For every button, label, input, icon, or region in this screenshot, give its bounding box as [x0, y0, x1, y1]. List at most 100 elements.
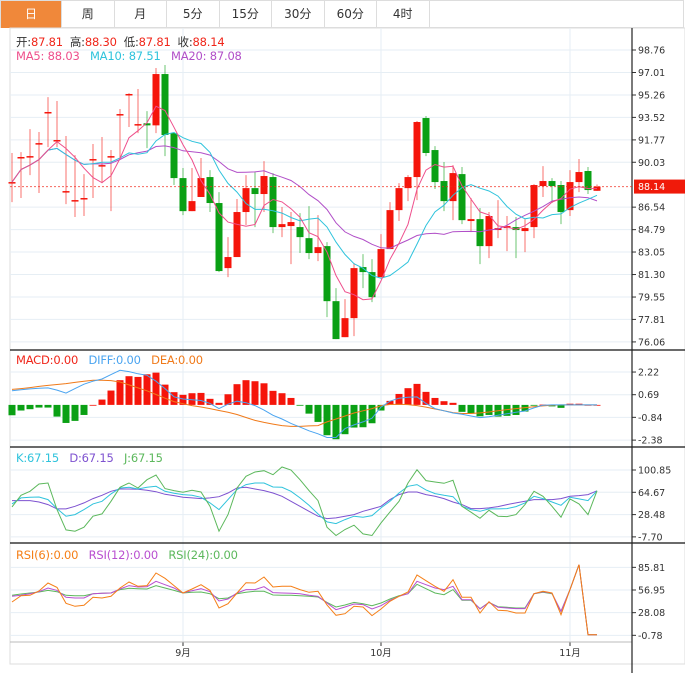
candle-up [80, 198, 88, 200]
diff-legend-value: DIFF:0.00 [88, 353, 141, 367]
candle-up [539, 181, 547, 187]
x-axis-label: 9月 [175, 648, 191, 659]
candle-up [377, 249, 385, 278]
candle-down [269, 177, 277, 228]
price-axis-tick-label: 93.52 [638, 113, 665, 124]
macd-bar [125, 376, 133, 405]
kdj-k-line [11, 482, 598, 525]
candle-up [107, 156, 115, 158]
macd-bar [449, 402, 457, 405]
candle-up [98, 165, 106, 167]
price-axis-tick-label: 84.79 [638, 225, 665, 236]
ma20-line [11, 145, 598, 249]
macd-bar [269, 390, 277, 405]
rsi12-line [11, 564, 597, 636]
candle-down [296, 227, 304, 238]
macd-bar [35, 404, 43, 408]
candle-down [422, 118, 430, 154]
candle-up [287, 222, 295, 227]
candle-up [35, 143, 43, 145]
rsi24-legend-value: RSI(24):0.00 [168, 548, 238, 562]
macd-bar [323, 404, 331, 436]
k-legend-value: K:67.15 [16, 451, 59, 465]
rsi-axis-tick-label: 28.08 [638, 608, 665, 619]
price-axis-tick-label: 98.76 [638, 46, 665, 57]
macd-bar [359, 404, 367, 428]
stock-chart[interactable]: 98.76 97.01 95.26 93.52 91.77 90.03 86.54 84.79… [0, 0, 685, 673]
macd-axis-tick-label: -2.38 [638, 436, 663, 447]
x-axis-label: 10月 [370, 648, 392, 659]
price-axis-tick-label: 95.26 [638, 91, 665, 102]
ma10-legend: MA10: 87.51 [89, 49, 161, 63]
macd-bar [404, 388, 412, 405]
candle-up [134, 124, 142, 126]
candle-up [350, 268, 358, 319]
macd-bar [332, 404, 340, 440]
ma10-line [11, 131, 598, 279]
macd-bar [296, 404, 304, 406]
candle-up [44, 111, 52, 114]
kdj-axis-tick-label: 100.85 [638, 466, 671, 477]
last-price-label: 88.14 [638, 182, 665, 193]
candle-up [125, 93, 133, 96]
macd-bar [152, 372, 160, 405]
price-axis-tick-label: 97.01 [638, 68, 665, 79]
macd-bar [98, 399, 106, 405]
ma20-legend: MA20: 87.08 [171, 49, 242, 63]
rsi24-line [11, 564, 597, 636]
macd-bar [512, 404, 520, 415]
kdj-axis-tick-label: 64.67 [638, 488, 665, 499]
macd-bar [107, 390, 115, 405]
low-value: 87.81 [138, 35, 171, 49]
rsi-axis-tick-label: 85.81 [638, 563, 665, 574]
open-label: 开: [16, 35, 31, 49]
rsi-axis-tick-label: -0.78 [638, 631, 663, 642]
macd-bar [215, 402, 223, 405]
macd-bar [8, 404, 16, 416]
kdj-axis-tick-label: -7.70 [638, 532, 663, 543]
candle-up [413, 122, 421, 178]
macd-bar [278, 393, 286, 405]
dea-legend-value: DEA:0.00 [151, 353, 203, 367]
macd-bar [62, 404, 70, 423]
price-axis-tick-label: 90.03 [638, 158, 665, 169]
ohlc-legend: 开:87.81 高:88.30 低:87.81 收:88.14 [16, 34, 225, 50]
candle-up [260, 176, 268, 195]
candle-up [152, 74, 160, 126]
open-value: 87.81 [30, 35, 63, 49]
ma-legend: MA5: 88.03 MA10: 87.51 MA20: 87.08 [16, 49, 242, 63]
rsi6-legend-value: RSI(6):0.00 [16, 548, 79, 562]
candle-up [485, 216, 493, 247]
macd-legend-value: MACD:0.00 [16, 353, 79, 367]
candle-up [233, 212, 241, 258]
chart-frame [9, 27, 685, 665]
macd-bar [242, 380, 250, 405]
macd-bar [206, 398, 214, 405]
kdj-legend: K:67.15 D:67.15 J:67.15 [16, 451, 163, 465]
macd-bar [476, 404, 484, 417]
macd-bar [89, 404, 97, 406]
candle-up [26, 156, 34, 158]
price-axis-tick-label: 76.06 [638, 337, 665, 348]
macd-bar [17, 404, 25, 411]
j-legend-value: J:67.15 [123, 451, 163, 465]
macd-bar [134, 376, 142, 405]
candle-down [476, 219, 484, 247]
macd-bar [314, 404, 322, 422]
candle-down [305, 238, 313, 254]
macd-bar [116, 380, 124, 405]
macd-bar [161, 384, 169, 405]
close-label: 收: [177, 35, 193, 49]
price-axis-tick-label: 86.54 [638, 203, 665, 214]
macd-bar [440, 401, 448, 405]
macd-bar [431, 397, 439, 405]
price-axis-tick-label: 83.05 [638, 248, 665, 259]
macd-bar [71, 404, 79, 421]
rsi6-line [11, 564, 597, 636]
candle-up [521, 228, 529, 232]
high-value: 88.30 [84, 35, 117, 49]
macd-bar [26, 404, 34, 410]
ma5-line [11, 105, 598, 301]
candle-up [386, 210, 394, 250]
price-axis-tick-label: 81.30 [638, 270, 665, 281]
